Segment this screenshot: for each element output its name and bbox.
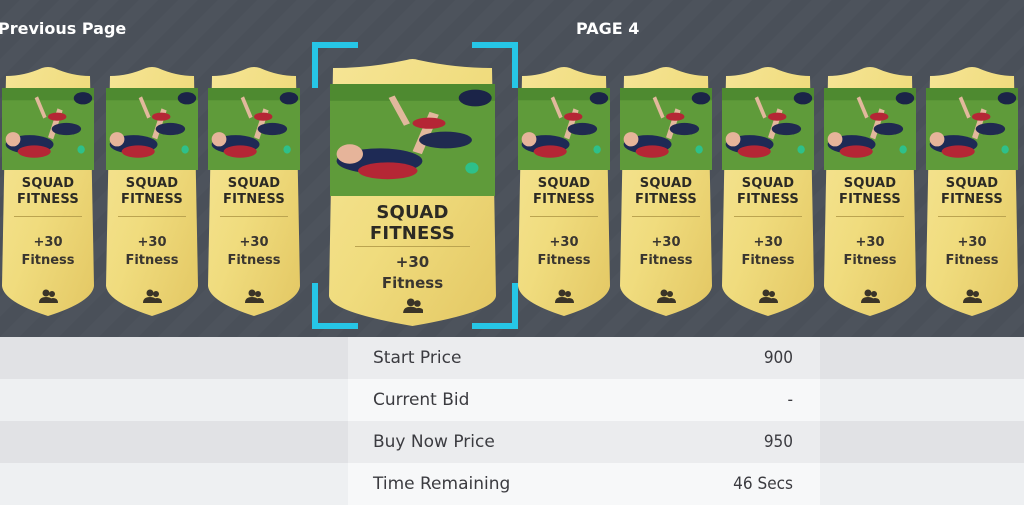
card-effect: +30 Fitness [0,234,96,270]
time-remaining-value: 46 Secs [733,474,793,494]
card-effect: +30 Fitness [618,234,714,270]
start-price-value: 900 [763,348,793,368]
card-photo [330,84,495,196]
card-effect: +30 Fitness [516,234,612,270]
previous-page-button[interactable]: Previous Page [0,19,126,38]
card-carousel: Previous Page PAGE 4 SQUAD FITNESS +30 Fit… [0,0,1024,337]
item-card[interactable]: SQUAD FITNESS +30 Fitness [516,66,612,316]
people-icon [554,288,574,303]
card-title: SQUAD FITNESS [17,176,79,207]
card-photo [926,88,1018,170]
card-effect-attribute: Fitness [125,253,179,268]
card-divider [632,216,700,217]
card-photo [208,88,300,170]
people-icon [244,288,264,303]
table-row: Time Remaining 46 Secs [0,463,1024,505]
card-effect-attribute: Fitness [537,253,591,268]
people-icon [38,288,58,303]
card-divider [355,246,470,247]
time-remaining-label: Time Remaining [373,474,511,494]
card-effect-value: +30 [549,235,579,250]
selection-corner-bottom-right [472,283,518,329]
card-effect-value: +30 [137,235,167,250]
item-card[interactable]: SQUAD FITNESS +30 Fitness [0,66,96,316]
card-effect: +30 Fitness [104,234,200,270]
card-effect-value: +30 [957,235,987,250]
card-title: SQUAD FITNESS [737,176,799,207]
people-icon [402,298,424,314]
auction-details-table: Start Price 900 Current Bid - Buy Now Pric… [0,337,1024,505]
card-effect-value: +30 [753,235,783,250]
card-effect-attribute: Fitness [381,274,444,292]
card-effect: +30 Fitness [924,234,1020,270]
card-effect-value: +30 [855,235,885,250]
card-title: SQUAD FITNESS [223,176,285,207]
start-price-label: Start Price [373,348,462,368]
people-icon [142,288,162,303]
card-divider [14,216,82,217]
item-card[interactable]: SQUAD FITNESS +30 Fitness [104,66,200,316]
people-icon [758,288,778,303]
card-photo [106,88,198,170]
card-title: SQUAD FITNESS [369,202,456,244]
card-effect-value: +30 [33,235,63,250]
selection-corner-top-left [312,42,358,88]
card-effect: +30 Fitness [822,234,918,270]
card-divider [938,216,1006,217]
card-photo [2,88,94,170]
card-divider [220,216,288,217]
card-effect-attribute: Fitness [843,253,897,268]
card-effect-value: +30 [239,235,269,250]
card-title: SQUAD FITNESS [121,176,183,207]
card-title: SQUAD FITNESS [533,176,595,207]
item-card[interactable]: SQUAD FITNESS +30 Fitness [720,66,816,316]
card-divider [118,216,186,217]
selection-corner-bottom-left [312,283,358,329]
current-bid-value: - [787,390,793,410]
card-divider [530,216,598,217]
people-icon [962,288,982,303]
card-divider [836,216,904,217]
card-photo [518,88,610,170]
item-card[interactable]: SQUAD FITNESS +30 Fitness [822,66,918,316]
table-row: Current Bid - [0,379,1024,421]
card-photo [824,88,916,170]
item-card[interactable]: SQUAD FITNESS +30 Fitness [206,66,302,316]
card-divider [734,216,802,217]
card-effect-value: +30 [395,253,430,271]
card-effect: +30 Fitness [720,234,816,270]
buy-now-price-label: Buy Now Price [373,432,495,452]
current-bid-label: Current Bid [373,390,470,410]
card-effect-attribute: Fitness [639,253,693,268]
table-row: Buy Now Price 950 [0,421,1024,463]
people-icon [860,288,880,303]
card-effect-attribute: Fitness [945,253,999,268]
item-card[interactable]: SQUAD FITNESS +30 Fitness [924,66,1020,316]
card-effect-attribute: Fitness [741,253,795,268]
card-photo [620,88,712,170]
card-effect: +30 Fitness [206,234,302,270]
card-effect-attribute: Fitness [21,253,75,268]
page-indicator: PAGE 4 [576,19,640,38]
card-effect-attribute: Fitness [227,253,281,268]
people-icon [656,288,676,303]
card-effect-value: +30 [651,235,681,250]
card-title: SQUAD FITNESS [635,176,697,207]
selection-corner-top-right [472,42,518,88]
card-photo [722,88,814,170]
item-card[interactable]: SQUAD FITNESS +30 Fitness [618,66,714,316]
card-title: SQUAD FITNESS [941,176,1003,207]
buy-now-price-value: 950 [763,432,793,452]
table-row: Start Price 900 [0,337,1024,379]
card-title: SQUAD FITNESS [839,176,901,207]
